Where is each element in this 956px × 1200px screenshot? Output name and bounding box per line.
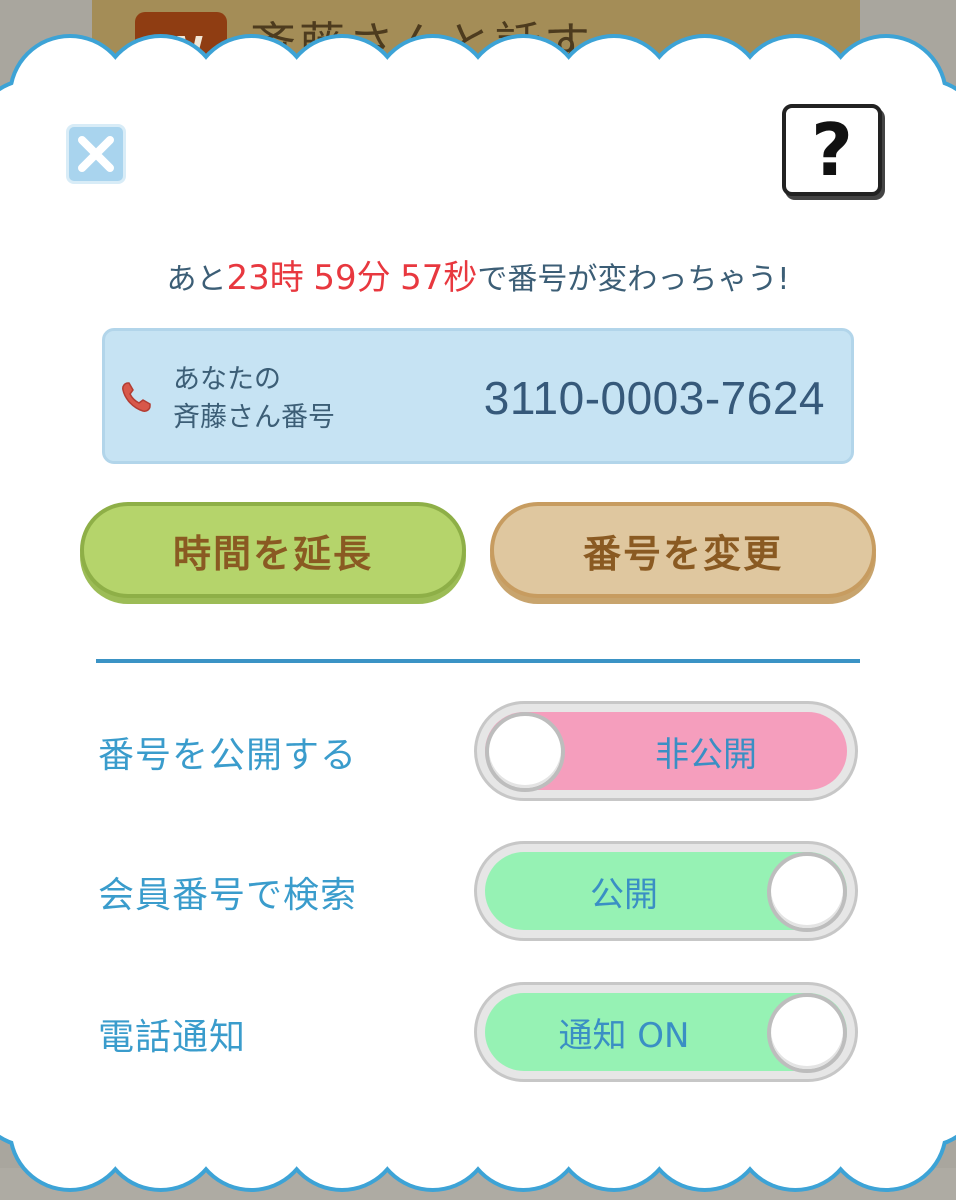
toggle-knob[interactable] bbox=[767, 852, 847, 932]
close-button[interactable] bbox=[66, 124, 126, 184]
countdown-minutes: 59 bbox=[313, 258, 357, 298]
phone-number-box: あなたの 斉藤さん番号 3110-0003-7624 bbox=[102, 328, 854, 464]
section-divider bbox=[96, 659, 860, 663]
toggle-call-notification[interactable]: 通知 ON bbox=[474, 982, 858, 1082]
phone-number-label-line2: 斉藤さん番号 bbox=[173, 402, 335, 433]
toggle-member-search[interactable]: 公開 bbox=[474, 841, 858, 941]
countdown-hour-unit: 時 bbox=[269, 258, 304, 298]
extend-time-button[interactable]: 時間を延長 bbox=[80, 502, 466, 598]
toggle-knob[interactable] bbox=[485, 712, 565, 792]
countdown-second-unit: 秒 bbox=[443, 258, 478, 298]
close-icon bbox=[78, 136, 114, 172]
countdown-prefix: あと bbox=[166, 262, 227, 297]
toggle-publish-number[interactable]: 非公開 bbox=[474, 701, 858, 801]
countdown-suffix: で番号が変わっちゃう! bbox=[477, 262, 790, 297]
countdown-hours: 23 bbox=[226, 258, 270, 298]
phone-number-label-line1: あなたの bbox=[173, 364, 281, 395]
setting-label-member-search: 会員番号で検索 bbox=[98, 875, 358, 916]
question-mark-icon: ? bbox=[811, 108, 853, 192]
change-number-button[interactable]: 番号を変更 bbox=[490, 502, 876, 598]
countdown-seconds: 57 bbox=[400, 258, 444, 298]
phone-number-value: 3110-0003-7624 bbox=[483, 372, 825, 424]
countdown-text: あと23時 59分 57秒で番号が変わっちゃう! bbox=[0, 250, 956, 299]
help-button[interactable]: ? bbox=[782, 104, 882, 196]
countdown-minute-unit: 分 bbox=[356, 258, 391, 298]
phone-icon bbox=[122, 382, 151, 412]
toggle-knob[interactable] bbox=[767, 993, 847, 1073]
setting-label-call-notification: 電話通知 bbox=[98, 1017, 247, 1058]
phone-number-label: あなたの 斉藤さん番号 bbox=[173, 361, 335, 437]
setting-label-publish-number: 番号を公開する bbox=[98, 735, 358, 776]
